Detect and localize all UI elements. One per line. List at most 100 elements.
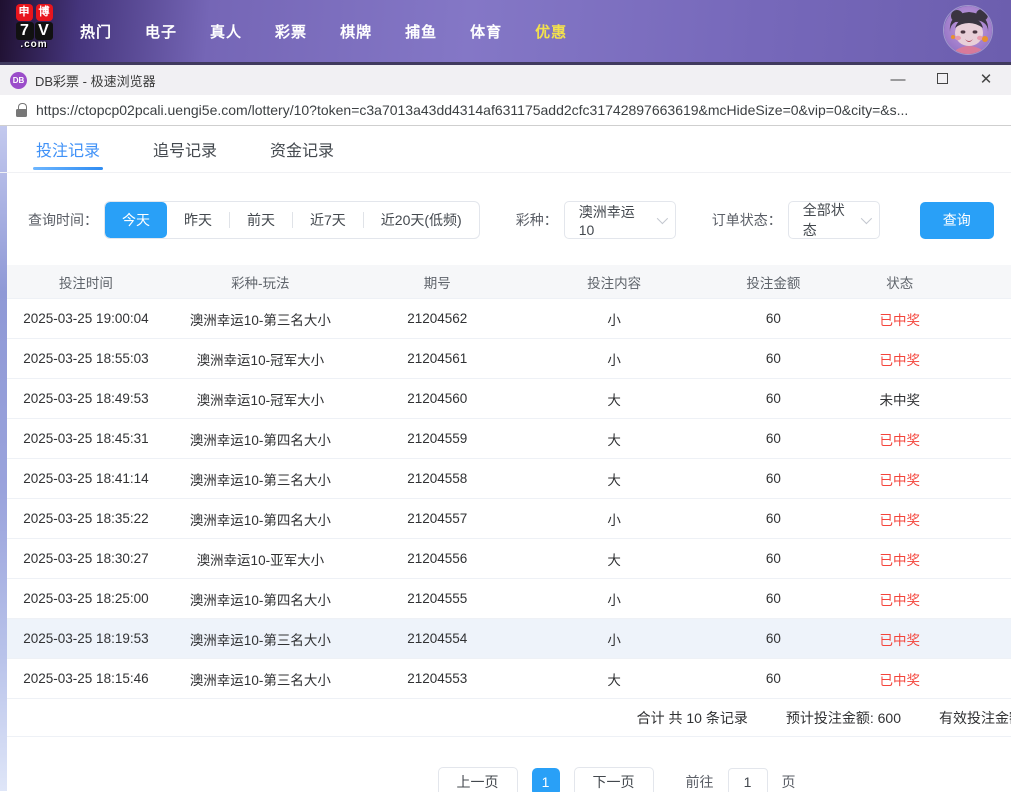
order-status-select[interactable]: 全部状态: [787, 201, 880, 239]
nav-item-live[interactable]: 真人: [210, 21, 242, 42]
time-option-day-before[interactable]: 前天: [230, 202, 292, 238]
cell-bet-content: 小: [607, 312, 621, 328]
logo-7: 7: [15, 22, 34, 40]
filter-bar: 查询时间： 今天 昨天 前天 近7天 近20天(低频) 彩种： 澳洲幸运10 订…: [0, 173, 1011, 259]
time-option-last20days[interactable]: 近20天(低频): [364, 202, 479, 238]
cell-game-play: 澳洲幸运10-第四名大小: [189, 512, 331, 528]
cell-issue: 21204559: [407, 431, 468, 446]
logo-v: V: [34, 22, 53, 40]
window-title: DB彩票 - 极速浏览器: [35, 73, 156, 89]
lock-icon: [16, 103, 27, 117]
cell-game-play: 澳洲幸运10-冠军大小: [196, 352, 325, 368]
logo-badge-shen: 申: [15, 4, 33, 21]
chevron-down-icon: [860, 212, 872, 225]
next-page-button[interactable]: 下一页: [573, 767, 654, 792]
cell-bet-time: 2025-03-25 18:15:46: [23, 671, 149, 686]
cell-game-play: 澳洲幸运10-第四名大小: [189, 432, 331, 448]
close-button[interactable]: ✕: [977, 71, 995, 89]
header-status: 状态: [886, 275, 914, 291]
time-option-last7days[interactable]: 近7天: [293, 202, 363, 238]
cell-bet-content: 大: [607, 472, 621, 488]
table-row: 2025-03-25 18:35:22 澳洲幸运10-第四名大小 2120455…: [0, 499, 1011, 539]
maximize-button[interactable]: [933, 71, 951, 89]
cell-bet-amount: 60: [765, 471, 781, 486]
site-logo[interactable]: 申 博 7 V .com: [8, 4, 60, 50]
cell-status: 已中奖: [879, 352, 921, 368]
goto-page-input[interactable]: [727, 768, 768, 792]
cell-game-play: 澳洲幸运10-第三名大小: [189, 632, 331, 648]
cell-bet-amount: 60: [765, 311, 781, 326]
chevron-down-icon: [656, 212, 668, 225]
cell-bet-time: 2025-03-25 18:25:00: [23, 591, 149, 606]
address-bar[interactable]: https://ctopcp02pcali.uengi5e.com/lotter…: [0, 95, 1011, 126]
cell-game-play: 澳洲幸运10-亚军大小: [196, 552, 325, 568]
url-text[interactable]: https://ctopcp02pcali.uengi5e.com/lotter…: [36, 102, 999, 118]
query-button[interactable]: 查询: [919, 201, 994, 239]
lottery-select-value: 澳洲幸运10: [578, 204, 635, 238]
cell-status: 已中奖: [879, 312, 921, 328]
cell-bet-time: 2025-03-25 18:45:31: [23, 431, 149, 446]
summary-expected: 预计投注金额: 600: [785, 709, 901, 726]
nav-item-hot[interactable]: 热门: [80, 21, 112, 42]
nav-item-chess[interactable]: 棋牌: [340, 21, 372, 42]
cell-status: 已中奖: [879, 632, 921, 648]
browser-titlebar: DB DB彩票 - 极速浏览器 — ✕: [0, 62, 1011, 95]
page-content: 投注记录 追号记录 资金记录 查询时间： 今天 昨天 前天 近7天 近20天(低…: [0, 126, 1011, 792]
prev-page-button[interactable]: 上一页: [437, 767, 518, 792]
table-row: 2025-03-25 18:55:03 澳洲幸运10-冠军大小 21204561…: [0, 339, 1011, 379]
tab-bet-records[interactable]: 投注记录: [32, 125, 104, 173]
cell-status: 已中奖: [879, 552, 921, 568]
cell-bet-time: 2025-03-25 18:30:27: [23, 551, 149, 566]
cell-bet-time: 2025-03-25 19:00:04: [23, 311, 149, 326]
main-nav: 热门 电子 真人 彩票 棋牌 捕鱼 体育 优惠: [0, 21, 567, 42]
cell-status: 已中奖: [879, 672, 921, 688]
cell-bet-time: 2025-03-25 18:49:53: [23, 391, 149, 406]
cell-status: 已中奖: [879, 592, 921, 608]
logo-7v: 7 V: [8, 22, 60, 40]
tab-chase-records[interactable]: 追号记录: [153, 125, 217, 173]
summary-bar: 合计 共 10 条记录 预计投注金额: 600 有效投注金额: [0, 699, 1011, 737]
logo-badges: 申 博: [8, 4, 60, 21]
minimize-button[interactable]: —: [889, 71, 907, 89]
cell-issue: 21204555: [407, 591, 468, 606]
record-tabs: 投注记录 追号记录 资金记录: [0, 126, 1011, 173]
avatar-illustration: [944, 6, 992, 54]
site-banner: 申 博 7 V .com 热门 电子 真人 彩票 棋牌 捕鱼 体育 优惠: [0, 0, 1011, 62]
bet-records-table: 投注时间 彩种-玩法 期号 投注内容 投注金额 状态 2025-03-25 19…: [0, 265, 1011, 699]
time-filter-group: 今天 昨天 前天 近7天 近20天(低频): [104, 201, 480, 239]
cell-issue: 21204556: [407, 551, 468, 566]
cell-issue: 21204554: [407, 631, 468, 646]
cell-bet-amount: 60: [765, 431, 781, 446]
cell-bet-content: 大: [607, 392, 621, 408]
user-avatar[interactable]: [943, 5, 993, 55]
cell-bet-amount: 60: [765, 591, 781, 606]
page-unit-label: 页: [781, 774, 796, 790]
cell-bet-content: 小: [607, 632, 621, 648]
pagination: 上一页 1 下一页 前往 页: [0, 767, 1011, 792]
tab-fund-records[interactable]: 资金记录: [270, 125, 334, 173]
header-bet-content: 投注内容: [587, 275, 642, 291]
page-number-current[interactable]: 1: [531, 768, 560, 792]
cell-bet-amount: 60: [765, 511, 781, 526]
lottery-select[interactable]: 澳洲幸运10: [563, 201, 676, 239]
nav-item-fishing[interactable]: 捕鱼: [405, 21, 437, 42]
time-option-yesterday[interactable]: 昨天: [167, 202, 229, 238]
cell-status: 已中奖: [879, 512, 921, 528]
cell-bet-content: 小: [607, 352, 621, 368]
cell-game-play: 澳洲幸运10-第三名大小: [189, 472, 331, 488]
nav-item-slots[interactable]: 电子: [145, 21, 177, 42]
goto-label: 前往: [685, 774, 714, 790]
nav-item-lottery[interactable]: 彩票: [275, 21, 307, 42]
time-option-today[interactable]: 今天: [105, 202, 167, 238]
header-bet-amount: 投注金额: [746, 275, 801, 291]
cell-bet-time: 2025-03-25 18:35:22: [23, 511, 149, 526]
cell-game-play: 澳洲幸运10-冠军大小: [196, 392, 325, 408]
logo-com: .com: [20, 39, 48, 50]
logo-badge-bo: 博: [35, 4, 53, 21]
header-game-play: 彩种-玩法: [231, 275, 290, 291]
cell-bet-amount: 60: [765, 391, 781, 406]
cell-bet-amount: 60: [765, 631, 781, 646]
nav-item-promo[interactable]: 优惠: [535, 21, 567, 42]
nav-item-sports[interactable]: 体育: [470, 21, 502, 42]
cell-bet-content: 大: [607, 672, 621, 688]
